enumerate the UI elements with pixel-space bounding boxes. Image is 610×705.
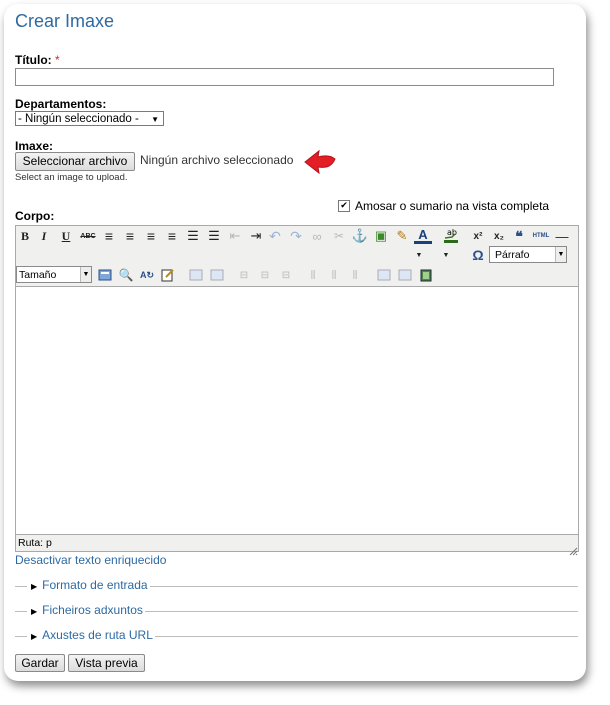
titulo-input[interactable]: [15, 68, 554, 86]
insert-row-after-icon[interactable]: ⊟: [256, 266, 274, 284]
image-icon[interactable]: ▣: [372, 227, 390, 245]
departamentos-select[interactable]: - Ningún seleccionado - ▼: [15, 111, 164, 126]
anchor-icon[interactable]: ⚓: [351, 227, 369, 245]
titulo-label: Título: *: [15, 53, 60, 67]
align-left-icon[interactable]: ≡: [100, 227, 118, 245]
horizontal-rule-icon[interactable]: —: [553, 227, 571, 245]
special-char-icon[interactable]: Ω: [469, 246, 487, 264]
summary-checkbox[interactable]: ✔: [338, 200, 350, 212]
subscript-icon[interactable]: x₂: [490, 227, 508, 245]
blockquote-icon[interactable]: ❝: [510, 227, 528, 245]
highlight-dropdown-icon[interactable]: ▼: [437, 246, 455, 264]
insert-row-before-icon[interactable]: ⊟: [235, 266, 253, 284]
fieldset-ficheiros-label: Ficheiros adxuntos: [42, 603, 143, 617]
font-color-dropdown-icon[interactable]: ▼: [410, 246, 428, 264]
link-icon[interactable]: ∞: [308, 227, 326, 245]
page-title: Crear Imaxe: [15, 11, 115, 31]
template-icon[interactable]: [96, 266, 114, 284]
imaxe-label: Imaxe:: [15, 139, 54, 153]
highlight-icon[interactable]: ab: [442, 226, 460, 244]
svg-text:ab: ab: [447, 228, 457, 237]
corpo-label: Corpo:: [15, 209, 55, 223]
justify-icon[interactable]: ≡: [163, 227, 181, 245]
resize-grip-icon[interactable]: [568, 541, 578, 556]
delete-row-icon[interactable]: ⊟: [277, 266, 295, 284]
superscript-icon[interactable]: x²: [469, 227, 487, 245]
unlink-icon[interactable]: ✂: [330, 227, 348, 245]
font-size-select-value: Tamaño: [19, 269, 57, 281]
chevron-down-icon: ▼: [151, 115, 159, 124]
numbered-list-icon[interactable]: ☰: [205, 227, 223, 245]
chevron-down-icon: ▼: [80, 267, 91, 282]
fieldset-ficheiros-toggle[interactable]: ▶ Ficheiros adxuntos: [27, 603, 145, 617]
file-select-button[interactable]: Seleccionar archivo: [15, 152, 135, 171]
indent-icon[interactable]: ⇥: [247, 227, 265, 245]
italic-icon[interactable]: I: [35, 227, 53, 245]
underline-icon[interactable]: U: [57, 227, 75, 245]
triangle-right-icon: ▶: [31, 632, 38, 641]
align-center-icon[interactable]: ≡: [121, 227, 139, 245]
media-icon[interactable]: [417, 266, 435, 284]
summary-checkbox-label: Amosar o sumario na vista completa: [355, 199, 550, 213]
disable-rich-text-link[interactable]: Desactivar texto enriquecido: [15, 553, 166, 567]
redo-icon[interactable]: ↷: [287, 227, 305, 245]
preview-button[interactable]: Vista previa: [68, 654, 145, 672]
triangle-right-icon: ▶: [31, 582, 38, 591]
fieldset-formato-line: ▶ Formato de entrada: [15, 578, 578, 592]
bullet-list-icon[interactable]: ☰: [184, 227, 202, 245]
titulo-label-text: Título:: [15, 53, 52, 67]
replace-icon[interactable]: A↻: [138, 266, 156, 284]
html-source-icon[interactable]: HTML: [531, 227, 551, 245]
strikethrough-icon[interactable]: ABC: [79, 227, 97, 245]
save-button[interactable]: Gardar: [15, 654, 65, 672]
editor-path: Ruta: p: [18, 537, 52, 549]
undo-icon[interactable]: ↶: [266, 227, 284, 245]
file-status: Ningún archivo seleccionado: [140, 153, 294, 167]
file-help-text: Select an image to upload.: [15, 172, 128, 183]
red-arrow-icon: [303, 149, 337, 175]
fieldset-ruta-label: Axustes de ruta URL: [42, 628, 153, 642]
insert-col-before-icon[interactable]: ⫼: [304, 266, 322, 284]
split-cells-icon[interactable]: [375, 266, 393, 284]
font-color-icon[interactable]: A: [414, 227, 432, 244]
triangle-right-icon: ▶: [31, 607, 38, 616]
bold-icon[interactable]: B: [16, 227, 34, 245]
table-cell-props-icon[interactable]: [208, 266, 226, 284]
format-select-value: Párrafo: [495, 249, 530, 261]
fieldset-ruta-toggle[interactable]: ▶ Axustes de ruta URL: [27, 628, 155, 642]
search-icon[interactable]: 🔍: [117, 266, 135, 284]
delete-col-icon[interactable]: ⫼: [346, 266, 364, 284]
align-right-icon[interactable]: ≡: [142, 227, 160, 245]
merge-cells-icon[interactable]: [396, 266, 414, 284]
editor-content-area[interactable]: [16, 286, 578, 535]
departamentos-value: - Ningún seleccionado -: [18, 113, 139, 125]
fieldset-ficheiros-line: ▶ Ficheiros adxuntos: [15, 603, 578, 617]
insert-col-after-icon[interactable]: ⫼: [325, 266, 343, 284]
fieldset-formato-toggle[interactable]: ▶ Formato de entrada: [27, 578, 150, 592]
cleanup-icon[interactable]: ✎: [393, 227, 411, 245]
departamentos-label: Departamentos:: [15, 97, 107, 111]
format-select[interactable]: Párrafo ▼: [489, 246, 567, 263]
required-mark: *: [55, 53, 60, 67]
fieldset-formato-label: Formato de entrada: [42, 578, 148, 592]
chevron-down-icon: ▼: [555, 247, 566, 262]
outdent-icon[interactable]: ⇤: [226, 227, 244, 245]
edit-icon[interactable]: [159, 266, 177, 284]
fieldset-ruta-line: ▶ Axustes de ruta URL: [15, 628, 578, 642]
font-size-select[interactable]: Tamaño ▼: [16, 266, 92, 283]
table-row-props-icon[interactable]: [187, 266, 205, 284]
